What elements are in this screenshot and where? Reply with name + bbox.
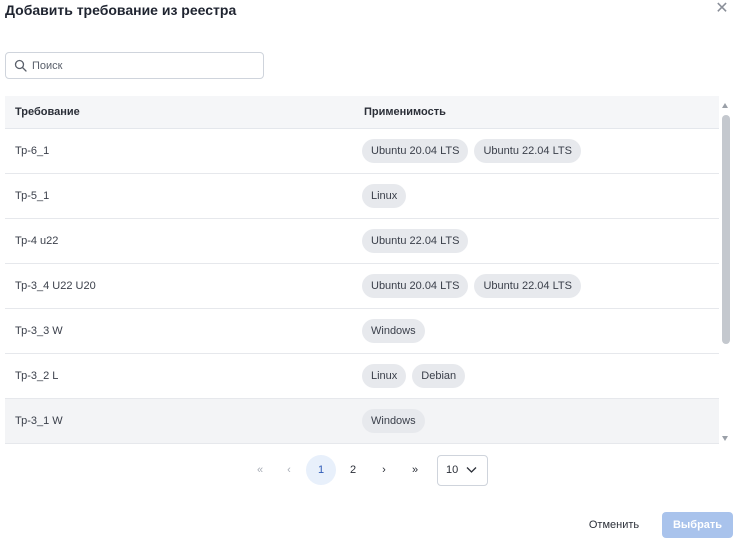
scrollbar-thumb[interactable]	[722, 115, 730, 344]
table-row[interactable]: Тр-3_1 W Windows	[5, 399, 719, 444]
os-tag: Windows	[362, 319, 425, 343]
scroll-up-icon[interactable]	[722, 103, 728, 108]
requirement-name: Тр-5_1	[15, 190, 50, 202]
os-tag: Ubuntu 20.04 LTS	[362, 139, 469, 163]
search-icon	[14, 59, 27, 72]
os-tag: Windows	[362, 409, 425, 433]
table-row[interactable]: Тр-4 u22 Ubuntu 22.04 LTS	[5, 219, 719, 264]
table-row[interactable]: Тр-5_1 Linux	[5, 174, 719, 219]
table-row[interactable]: Тр-3_2 L Linux Debian	[5, 354, 719, 399]
table-header: Требование Применимость	[5, 96, 719, 129]
requirements-table: Требование Применимость Тр-6_1 Ubuntu 20.…	[5, 96, 719, 446]
page-2-button[interactable]: 2	[338, 455, 368, 485]
table-row[interactable]: Тр-6_1 Ubuntu 20.04 LTS Ubuntu 22.04 LTS	[5, 129, 719, 174]
applicability-tags: Ubuntu 20.04 LTS Ubuntu 22.04 LTS	[362, 274, 581, 298]
first-page-button[interactable]: «	[245, 455, 275, 485]
requirement-name: Тр-3_3 W	[15, 325, 63, 337]
page-1-button[interactable]: 1	[306, 455, 336, 485]
applicability-tags: Linux	[362, 184, 407, 208]
last-page-button[interactable]: »	[400, 455, 430, 485]
requirement-name: Тр-3_1 W	[15, 415, 63, 427]
per-page-value: 10	[446, 464, 459, 476]
applicability-tags: Windows	[362, 319, 425, 343]
requirement-name: Тр-3_4 U22 U20	[15, 280, 96, 292]
per-page-select[interactable]: 10	[437, 455, 488, 486]
applicability-tags: Ubuntu 22.04 LTS	[362, 229, 469, 253]
os-tag: Debian	[412, 364, 466, 388]
requirement-name: Тр-6_1	[15, 145, 50, 157]
applicability-tags: Windows	[362, 409, 425, 433]
applicability-tags: Linux Debian	[362, 364, 466, 388]
requirement-name: Тр-3_2 L	[15, 370, 59, 382]
os-tag: Ubuntu 22.04 LTS	[474, 139, 581, 163]
os-tag: Linux	[362, 184, 407, 208]
chevron-down-icon	[466, 467, 477, 473]
add-requirement-dialog: Добавить требование из реестра ✕ Требова…	[0, 0, 737, 538]
column-header-applicability[interactable]: Применимость	[364, 106, 446, 118]
search-field[interactable]	[5, 52, 264, 79]
os-tag: Ubuntu 22.04 LTS	[474, 274, 581, 298]
column-header-requirement[interactable]: Требование	[15, 106, 80, 118]
os-tag: Ubuntu 22.04 LTS	[362, 229, 469, 253]
search-input[interactable]	[32, 53, 257, 78]
table-row[interactable]: Тр-3_3 W Windows	[5, 309, 719, 354]
os-tag: Ubuntu 20.04 LTS	[362, 274, 469, 298]
next-page-button[interactable]: ›	[369, 455, 399, 485]
prev-page-button[interactable]: ‹	[274, 455, 304, 485]
close-icon[interactable]: ✕	[714, 1, 730, 17]
requirement-name: Тр-4 u22	[15, 235, 59, 247]
scroll-down-icon[interactable]	[722, 436, 728, 441]
table-row[interactable]: Тр-3_4 U22 U20 Ubuntu 20.04 LTS Ubuntu 22.…	[5, 264, 719, 309]
cancel-button[interactable]: Отменить	[580, 512, 648, 538]
applicability-tags: Ubuntu 20.04 LTS Ubuntu 22.04 LTS	[362, 139, 581, 163]
select-button[interactable]: Выбрать	[662, 512, 733, 538]
table-scrollbar[interactable]	[721, 101, 731, 443]
dialog-title: Добавить требование из реестра	[5, 2, 237, 18]
os-tag: Linux	[362, 364, 407, 388]
